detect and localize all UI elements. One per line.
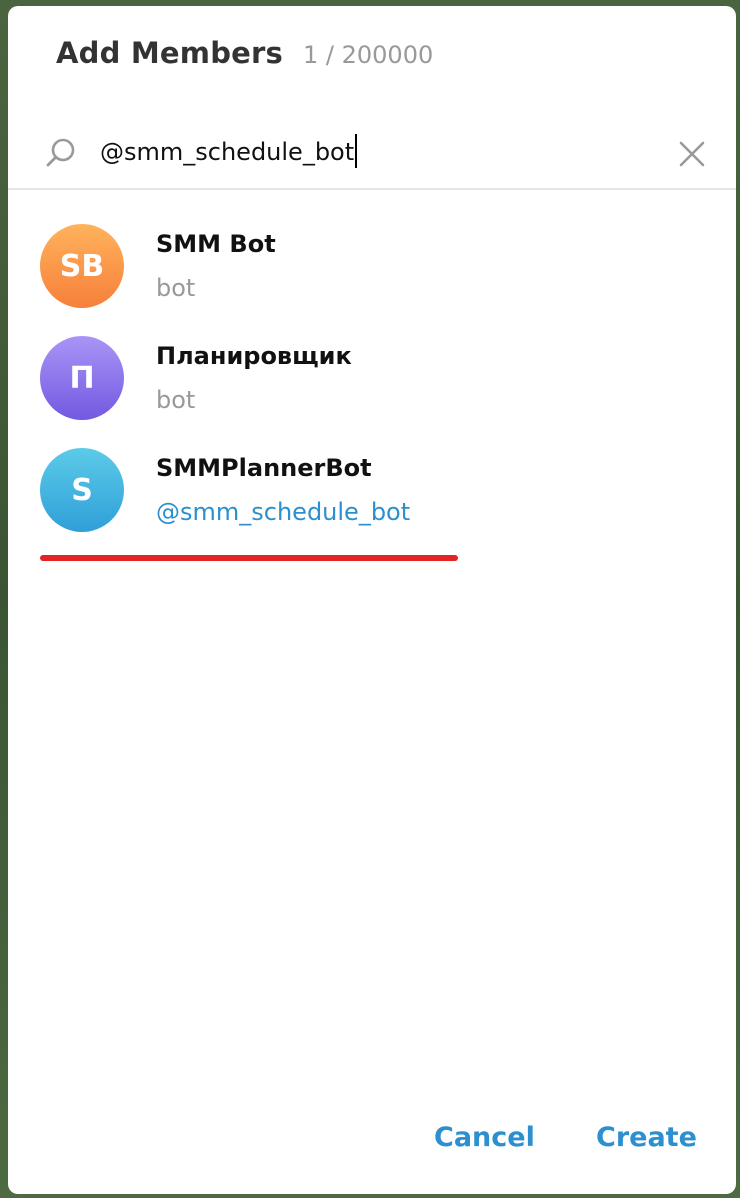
avatar: SB [40, 224, 124, 308]
add-members-dialog: Add Members 1 / 200000 SB SMM Bot bot П … [8, 6, 736, 1194]
contact-username: @smm_schedule_bot [156, 498, 411, 526]
contact-subtitle: bot [156, 386, 196, 414]
search-input[interactable] [100, 130, 660, 174]
text-caret [355, 134, 357, 168]
contact-name: SMM Bot [156, 230, 276, 258]
member-counter: 1 / 200000 [303, 41, 434, 69]
search-icon [44, 136, 78, 170]
search-bar [8, 116, 736, 190]
list-item[interactable]: П Планировщик bot [8, 326, 736, 438]
avatar: S [40, 448, 124, 532]
dialog-title: Add Members [56, 36, 283, 70]
dialog-footer: Cancel Create [8, 1116, 736, 1166]
create-button[interactable]: Create [596, 1122, 697, 1153]
contact-name: SMMPlannerBot [156, 454, 372, 482]
list-item[interactable]: S SMMPlannerBot @smm_schedule_bot [8, 438, 736, 550]
dialog-header: Add Members 1 / 200000 [56, 36, 433, 86]
list-item[interactable]: SB SMM Bot bot [8, 214, 736, 326]
results-list: SB SMM Bot bot П Планировщик bot S SMMPl… [8, 214, 736, 550]
highlight-underline [40, 555, 458, 561]
close-icon[interactable] [676, 138, 708, 170]
cancel-button[interactable]: Cancel [434, 1122, 535, 1153]
avatar: П [40, 336, 124, 420]
contact-name: Планировщик [156, 342, 352, 370]
contact-subtitle: bot [156, 274, 196, 302]
